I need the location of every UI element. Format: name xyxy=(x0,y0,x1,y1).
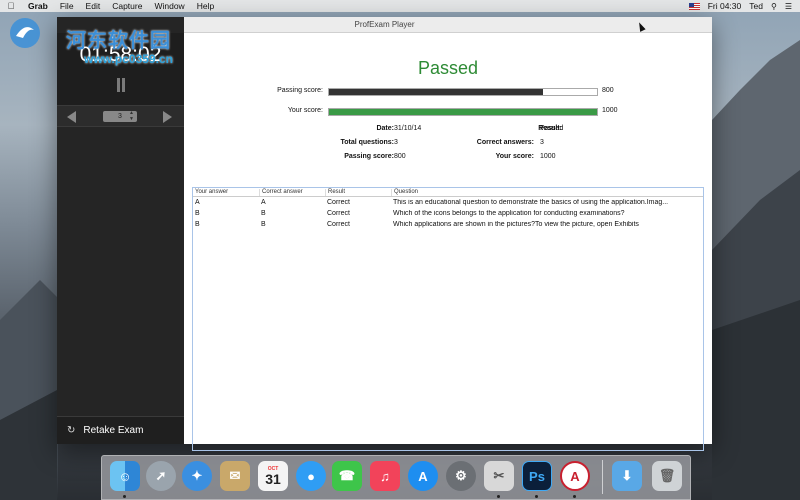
table-header: Your answer Correct answer Result Questi… xyxy=(193,188,703,197)
cell-your-answer: B xyxy=(195,210,200,217)
cell-question: This is an educational question to demon… xyxy=(393,199,669,206)
messages-icon[interactable]: ● xyxy=(296,461,326,491)
sidebar: 01:58:02 3 ▲ ▼ ↻ Retake Exam xyxy=(57,17,184,444)
cell-correct-answer: A xyxy=(261,199,266,206)
menu-file[interactable]: File xyxy=(54,1,80,11)
question-number-stepper[interactable]: 3 ▲ ▼ xyxy=(103,110,137,122)
answers-table[interactable]: Your answer Correct answer Result Questi… xyxy=(192,187,704,451)
mail-icon[interactable]: ✉ xyxy=(220,461,250,491)
menu-capture[interactable]: Capture xyxy=(106,1,148,11)
column-result[interactable]: Result xyxy=(325,189,345,196)
watermark-logo-icon xyxy=(10,18,40,48)
system-preferences-icon[interactable]: ⚙ xyxy=(446,461,476,491)
passing-score-bar-fill xyxy=(329,89,544,95)
menu-help[interactable]: Help xyxy=(191,1,220,11)
passing-score-value: 800 xyxy=(602,87,614,94)
passing-score-label: Passing score: xyxy=(277,87,323,94)
safari-icon[interactable]: ✦ xyxy=(182,461,212,491)
cell-result: Correct xyxy=(327,199,350,206)
menubar-user[interactable]: Ted xyxy=(749,1,763,11)
cell-your-answer: A xyxy=(195,199,200,206)
column-correct-answer[interactable]: Correct answer xyxy=(259,189,303,196)
column-your-answer[interactable]: Your answer xyxy=(193,189,228,196)
cell-question: Which applications are shown in the pict… xyxy=(393,221,639,228)
apple-menu-icon[interactable]:  xyxy=(0,1,22,11)
summary-passing-score-label: Passing score: xyxy=(344,153,394,160)
table-row[interactable]: A A Correct This is an educational quest… xyxy=(193,198,703,208)
exam-summary: Date: 31/10/14 Result: Passed Total ques… xyxy=(184,125,712,165)
facetime-icon[interactable]: ☎ xyxy=(332,461,362,491)
calendar-icon[interactable]: OCT 31 xyxy=(258,461,288,491)
column-question[interactable]: Question xyxy=(391,189,418,196)
menubar-clock[interactable]: Fri 04:30 xyxy=(708,1,742,11)
question-number: 3 xyxy=(118,113,122,120)
running-indicator xyxy=(573,495,576,498)
retake-label: Retake Exam xyxy=(83,425,144,436)
your-score-bar xyxy=(328,108,598,116)
list-icon[interactable]: ☰ xyxy=(785,2,792,11)
photoshop-icon[interactable]: Ps xyxy=(522,461,552,491)
your-score-label: Your score: xyxy=(287,107,323,114)
passing-score-row: Passing score: 800 xyxy=(184,85,712,97)
running-indicator xyxy=(497,495,500,498)
retake-icon: ↻ xyxy=(67,425,76,436)
retake-exam-button[interactable]: ↻ Retake Exam xyxy=(57,416,184,444)
date-label: Date: xyxy=(376,125,394,132)
pause-icon[interactable] xyxy=(115,78,127,92)
calendar-day: 31 xyxy=(265,471,281,487)
your-score-value: 1000 xyxy=(602,107,618,114)
exam-timer: 01:58:02 xyxy=(79,43,162,66)
summary-your-score-label: Your score: xyxy=(495,153,534,160)
your-score-bar-fill xyxy=(329,109,597,115)
cell-correct-answer: B xyxy=(261,210,266,217)
summary-passing-score-value: 800 xyxy=(394,153,406,160)
correct-answers-label: Correct answers: xyxy=(476,139,534,146)
next-question-icon[interactable] xyxy=(163,111,172,123)
dock-divider xyxy=(602,460,603,494)
cell-your-answer: B xyxy=(195,221,200,228)
correct-answers-value: 3 xyxy=(540,139,544,146)
menu-app-name[interactable]: Grab xyxy=(22,1,54,11)
grab-icon[interactable]: ✂ xyxy=(484,461,514,491)
cell-question: Which of the icons belongs to the applic… xyxy=(393,210,625,217)
result-panel: Passed Passing score: 800 Your score: 10… xyxy=(184,33,712,451)
cell-result: Correct xyxy=(327,210,350,217)
stepper-arrows-icon[interactable]: ▲ ▼ xyxy=(129,110,134,122)
menu-edit[interactable]: Edit xyxy=(80,1,107,11)
downloads-folder-icon[interactable]: ⬇ xyxy=(612,461,642,491)
launchpad-icon[interactable]: ➚ xyxy=(146,461,176,491)
cell-correct-answer: B xyxy=(261,221,266,228)
total-questions-value: 3 xyxy=(394,139,398,146)
menubar:  Grab File Edit Capture Window Help Fri… xyxy=(0,0,800,12)
app-store-icon[interactable]: A xyxy=(408,461,438,491)
trash-icon[interactable]: 🗑 xyxy=(652,461,682,491)
window-title: ProfExam Player xyxy=(354,20,415,29)
result-status: Passed xyxy=(417,58,479,78)
itunes-icon[interactable]: ♫ xyxy=(370,461,400,491)
table-row[interactable]: B B Correct Which of the icons belongs t… xyxy=(193,209,703,219)
summary-your-score-value: 1000 xyxy=(540,153,556,160)
your-score-row: Your score: 1000 xyxy=(184,105,712,117)
finder-icon[interactable]: ☺ xyxy=(110,461,140,491)
input-source-flag-icon[interactable] xyxy=(688,2,700,10)
profexam-icon[interactable]: A xyxy=(560,461,590,491)
menu-window[interactable]: Window xyxy=(148,1,190,11)
question-navigation: 3 ▲ ▼ xyxy=(57,105,184,127)
cell-result: Correct xyxy=(327,221,350,228)
total-questions-label: Total questions: xyxy=(340,139,394,146)
running-indicator xyxy=(535,495,538,498)
search-icon[interactable]: ⚲ xyxy=(771,2,777,11)
dock: ☺ ➚ ✦ ✉ OCT 31 ● ☎ ♫ A ⚙ ✂ Ps A ⬇ 🗑 xyxy=(101,455,691,500)
passing-score-bar xyxy=(328,88,598,96)
photoshop-label: Ps xyxy=(529,468,545,484)
date-value: 31/10/14 xyxy=(394,125,422,132)
table-row[interactable]: B B Correct Which applications are shown… xyxy=(193,220,703,230)
exam-player-window: ProfExam Player 01:58:02 3 ▲ ▼ ↻ Retake E… xyxy=(57,17,712,451)
previous-question-icon[interactable] xyxy=(67,111,76,123)
running-indicator xyxy=(123,495,126,498)
result-value: Passed xyxy=(540,125,564,132)
